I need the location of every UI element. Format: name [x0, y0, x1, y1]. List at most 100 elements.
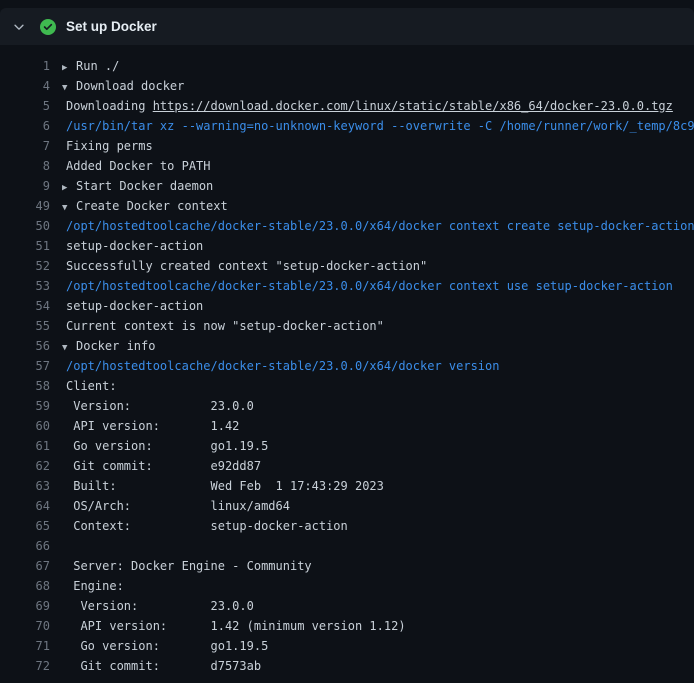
- line-number[interactable]: 50: [0, 216, 50, 236]
- triangle-down-icon[interactable]: ▼: [62, 78, 72, 96]
- group-title: Start Docker daemon: [76, 179, 213, 193]
- log-line[interactable]: 56 ▼ Docker info: [0, 336, 694, 356]
- line-number[interactable]: 69: [0, 596, 50, 616]
- log-text: Fixing perms: [62, 136, 153, 156]
- line-number[interactable]: 58: [0, 376, 50, 396]
- log-line: 70 API version: 1.42 (minimum version 1.…: [0, 616, 694, 636]
- triangle-down-icon[interactable]: ▼: [62, 338, 72, 356]
- log-text: Built: Wed Feb 1 17:43:29 2023: [62, 476, 384, 496]
- group-title: Create Docker context: [76, 199, 228, 213]
- log-line: 63 Built: Wed Feb 1 17:43:29 2023: [0, 476, 694, 496]
- group-title: Run ./: [76, 59, 119, 73]
- log-line: 8 Added Docker to PATH: [0, 156, 694, 176]
- log-line[interactable]: 49 ▼ Create Docker context: [0, 196, 694, 216]
- step-header[interactable]: Set up Docker: [0, 8, 694, 45]
- line-number[interactable]: 53: [0, 276, 50, 296]
- chevron-down-icon[interactable]: [12, 20, 26, 34]
- log-line: 7 Fixing perms: [0, 136, 694, 156]
- log-text: Git commit: d7573ab: [62, 656, 261, 676]
- line-number[interactable]: 61: [0, 436, 50, 456]
- line-number[interactable]: 72: [0, 656, 50, 676]
- log-text: [62, 536, 66, 556]
- command-text: /usr/bin/tar xz --warning=no-unknown-key…: [62, 116, 694, 136]
- log-text: Version: 23.0.0: [62, 596, 254, 616]
- command-text: /opt/hostedtoolcache/docker-stable/23.0.…: [62, 276, 673, 296]
- log-text: API version: 1.42: [62, 416, 239, 436]
- log-line: 72 Git commit: d7573ab: [0, 656, 694, 676]
- triangle-down-icon[interactable]: ▼: [62, 198, 72, 216]
- log-text: Version: 23.0.0: [62, 396, 254, 416]
- log-line: 64 OS/Arch: linux/amd64: [0, 496, 694, 516]
- line-number[interactable]: 1: [0, 56, 50, 76]
- log-text: setup-docker-action: [62, 236, 203, 256]
- log-line[interactable]: 9 ▶ Start Docker daemon: [0, 176, 694, 196]
- log-text: Added Docker to PATH: [62, 156, 211, 176]
- log-line: 65 Context: setup-docker-action: [0, 516, 694, 536]
- line-number[interactable]: 65: [0, 516, 50, 536]
- log-line: 61 Go version: go1.19.5: [0, 436, 694, 456]
- line-number[interactable]: 54: [0, 296, 50, 316]
- log-link[interactable]: https://download.docker.com/linux/static…: [153, 99, 673, 113]
- log-line: 55 Current context is now "setup-docker-a…: [0, 316, 694, 336]
- line-number[interactable]: 7: [0, 136, 50, 156]
- log-text: Git commit: e92dd87: [62, 456, 261, 476]
- log-line: 57/opt/hostedtoolcache/docker-stable/23.…: [0, 356, 694, 376]
- log-line: 68 Engine:: [0, 576, 694, 596]
- log-line: 67 Server: Docker Engine - Community: [0, 556, 694, 576]
- line-number[interactable]: 57: [0, 356, 50, 376]
- triangle-right-icon[interactable]: ▶: [62, 178, 72, 196]
- line-number[interactable]: 8: [0, 156, 50, 176]
- line-number[interactable]: 5: [0, 96, 50, 116]
- command-text: /opt/hostedtoolcache/docker-stable/23.0.…: [62, 216, 694, 236]
- line-number[interactable]: 63: [0, 476, 50, 496]
- log-line: 71 Go version: go1.19.5: [0, 636, 694, 656]
- log-text: Client:: [62, 376, 117, 396]
- log-line: 66: [0, 536, 694, 556]
- line-number[interactable]: 70: [0, 616, 50, 636]
- log-text: Server: Docker Engine - Community: [62, 556, 312, 576]
- line-number[interactable]: 68: [0, 576, 50, 596]
- log-line: 59 Version: 23.0.0: [0, 396, 694, 416]
- line-number[interactable]: 52: [0, 256, 50, 276]
- triangle-right-icon[interactable]: ▶: [62, 58, 72, 76]
- line-number[interactable]: 66: [0, 536, 50, 556]
- log-text: Current context is now "setup-docker-act…: [62, 316, 384, 336]
- group-title: Docker info: [76, 339, 155, 353]
- line-number[interactable]: 6: [0, 116, 50, 136]
- line-number[interactable]: 9: [0, 176, 50, 196]
- log-line: 5 Downloading https://download.docker.com…: [0, 96, 694, 116]
- log-line: 53/opt/hostedtoolcache/docker-stable/23.…: [0, 276, 694, 296]
- log-line[interactable]: 4 ▼ Download docker: [0, 76, 694, 96]
- log-text: Successfully created context "setup-dock…: [62, 256, 427, 276]
- log-line: 54setup-docker-action: [0, 296, 694, 316]
- log-text: Engine:: [62, 576, 124, 596]
- log-text: Go version: go1.19.5: [62, 636, 268, 656]
- line-number[interactable]: 71: [0, 636, 50, 656]
- line-number[interactable]: 4: [0, 76, 50, 96]
- log-line: 6/usr/bin/tar xz --warning=no-unknown-ke…: [0, 116, 694, 136]
- log-container: 1 ▶ Run ./ 4 ▼ Download docker 5 Downloading ht…: [0, 45, 694, 683]
- line-number[interactable]: 55: [0, 316, 50, 336]
- success-check-icon: [40, 19, 56, 35]
- log-line: 50/opt/hostedtoolcache/docker-stable/23.…: [0, 216, 694, 236]
- log-line: 62 Git commit: e92dd87: [0, 456, 694, 476]
- log-line[interactable]: 1 ▶ Run ./: [0, 56, 694, 76]
- line-number[interactable]: 62: [0, 456, 50, 476]
- log-line: 52 Successfully created context "setup-do…: [0, 256, 694, 276]
- line-number[interactable]: 60: [0, 416, 50, 436]
- log-text: Context: setup-docker-action: [62, 516, 348, 536]
- group-title: Download docker: [76, 79, 184, 93]
- line-number[interactable]: 51: [0, 236, 50, 256]
- log-line: 51 setup-docker-action: [0, 236, 694, 256]
- line-number[interactable]: 49: [0, 196, 50, 216]
- log-text: Go version: go1.19.5: [62, 436, 268, 456]
- command-text: /opt/hostedtoolcache/docker-stable/23.0.…: [62, 356, 499, 376]
- log-text: Downloading: [66, 99, 153, 113]
- log-line: 69 Version: 23.0.0: [0, 596, 694, 616]
- line-number[interactable]: 56: [0, 336, 50, 356]
- log-text: API version: 1.42 (minimum version 1.12): [62, 616, 406, 636]
- line-number[interactable]: 67: [0, 556, 50, 576]
- line-number[interactable]: 64: [0, 496, 50, 516]
- log-line: 60 API version: 1.42: [0, 416, 694, 436]
- line-number[interactable]: 59: [0, 396, 50, 416]
